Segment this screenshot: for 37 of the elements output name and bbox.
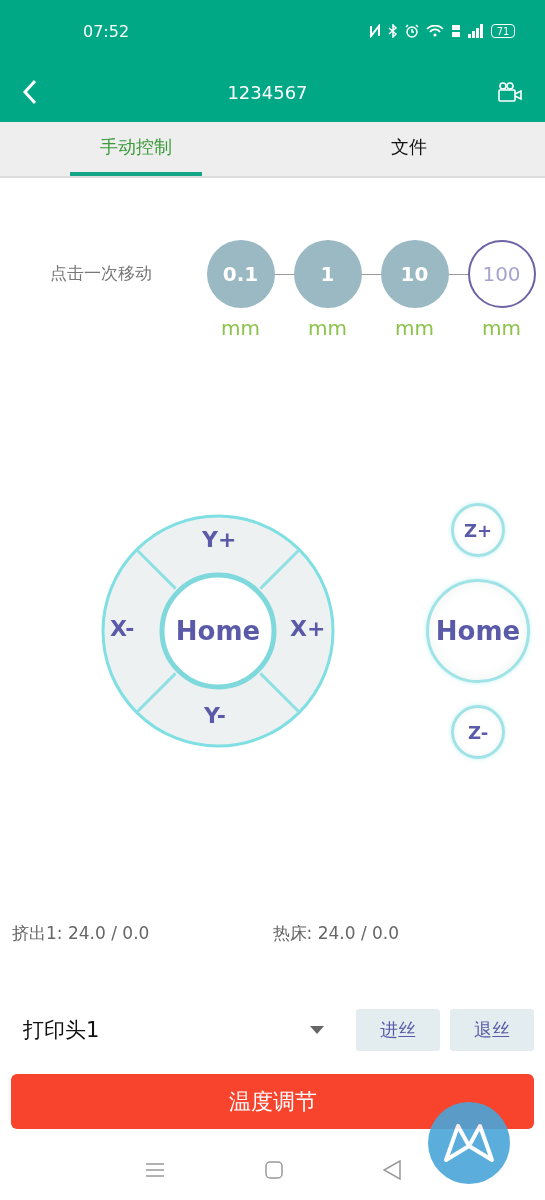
dropdown-caret-icon xyxy=(310,1026,324,1034)
camera-button[interactable] xyxy=(497,81,523,103)
home-icon[interactable] xyxy=(264,1161,283,1179)
temperature-reading: 热床: 24.0 / 0.0 xyxy=(272,922,401,945)
move-button[interactable]: X- xyxy=(110,616,135,641)
nfc-icon xyxy=(369,24,381,38)
move-button[interactable]: Y- xyxy=(204,703,226,728)
move-button[interactable]: Z- xyxy=(451,705,505,759)
unit-label: mm xyxy=(482,316,521,340)
step-label: 点击一次移动 xyxy=(50,262,153,285)
move-button[interactable]: Y+ xyxy=(202,527,237,552)
back-button[interactable] xyxy=(22,79,38,105)
unit-label: mm xyxy=(395,316,434,340)
move-button[interactable]: X+ xyxy=(290,616,326,641)
alarm-icon xyxy=(405,24,419,38)
logo-icon xyxy=(442,1122,496,1164)
home-button[interactable]: Home xyxy=(426,579,530,683)
tab[interactable]: 文件 xyxy=(360,122,457,176)
tab[interactable]: 手动控制 xyxy=(70,122,203,176)
temperature-button[interactable]: 温度调节 xyxy=(11,1074,534,1129)
signal-icon xyxy=(468,24,484,38)
screen-title: 1234567 xyxy=(227,81,308,103)
temperature-reading: 挤出1: 24.0 / 0.0 xyxy=(12,922,151,945)
filament-button[interactable]: 退丝 xyxy=(450,1009,534,1051)
filament-button[interactable]: 进丝 xyxy=(356,1009,440,1051)
battery-level: 71 xyxy=(491,24,515,38)
wifi-icon xyxy=(426,25,444,37)
menu-icon[interactable] xyxy=(144,1162,165,1178)
move-button[interactable]: Z+ xyxy=(451,503,505,557)
unit-label: mm xyxy=(221,316,260,340)
status-time: 07:52 xyxy=(83,21,130,41)
extruder-dropdown[interactable]: 打印头1 xyxy=(11,1002,346,1058)
home-button[interactable]: Home xyxy=(160,573,276,689)
volte-icon xyxy=(451,24,461,38)
bluetooth-icon xyxy=(388,24,398,38)
unit-label: mm xyxy=(308,316,347,340)
back-icon[interactable] xyxy=(382,1160,401,1180)
